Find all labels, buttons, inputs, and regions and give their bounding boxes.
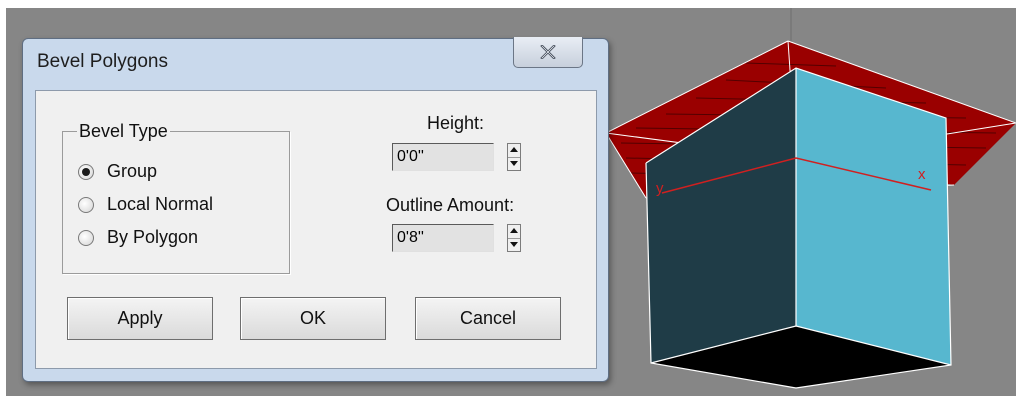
radio-local-normal-label: Local Normal xyxy=(107,194,214,214)
radio-group-label: Group xyxy=(107,161,158,181)
cancel-button[interactable]: Cancel xyxy=(415,297,561,340)
outline-spin-down-icon[interactable] xyxy=(508,238,520,251)
radio-group-button[interactable] xyxy=(78,163,94,180)
outline-spin-up-icon[interactable] xyxy=(508,225,520,239)
axis-label-x: x xyxy=(918,166,926,183)
radio-local-normal[interactable]: Local Normal xyxy=(78,194,213,215)
close-button[interactable] xyxy=(513,37,583,68)
bevel-polygons-dialog: Bevel Polygons Bevel Type Group Local No… xyxy=(22,37,609,382)
radio-by-polygon-label: By Polygon xyxy=(107,227,199,247)
dialog-client-area: Bevel Type Group Local Normal By Polygon… xyxy=(35,90,597,369)
radio-by-polygon-button[interactable] xyxy=(78,229,94,246)
outline-amount-spinner[interactable] xyxy=(507,224,521,252)
radio-group[interactable]: Group xyxy=(78,161,157,182)
height-input[interactable] xyxy=(392,143,494,171)
height-label: Height: xyxy=(427,113,485,133)
axis-label-y: y xyxy=(656,180,664,197)
height-spinner[interactable] xyxy=(507,143,521,171)
bevel-type-legend: Bevel Type xyxy=(77,121,170,142)
height-spin-up-icon[interactable] xyxy=(508,144,520,158)
ok-button[interactable]: OK xyxy=(240,297,386,340)
dialog-title: Bevel Polygons xyxy=(37,51,168,72)
radio-by-polygon[interactable]: By Polygon xyxy=(78,227,198,248)
outline-amount-label: Outline Amount: xyxy=(386,195,515,215)
height-spin-down-icon[interactable] xyxy=(508,157,520,170)
apply-button[interactable]: Apply xyxy=(67,297,213,340)
cube-right-face xyxy=(796,68,951,365)
outline-amount-input[interactable] xyxy=(392,224,494,252)
radio-local-normal-button[interactable] xyxy=(78,196,94,213)
close-icon xyxy=(540,45,556,59)
